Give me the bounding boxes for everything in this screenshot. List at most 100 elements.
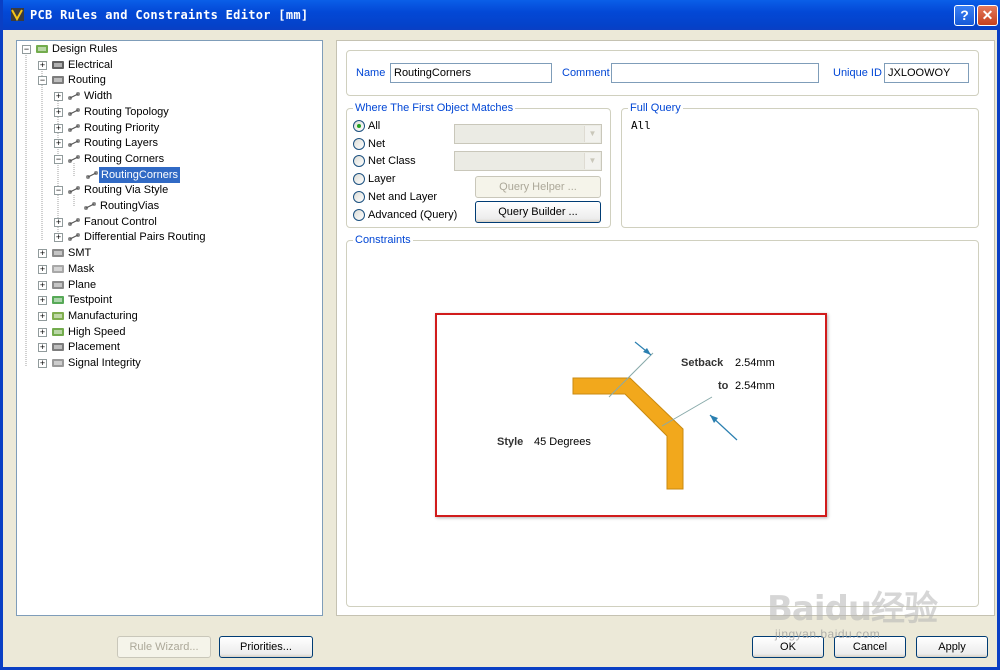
- unique-id-field[interactable]: JXLOOWOY: [884, 63, 969, 83]
- tree-item-routing-layers[interactable]: + Routing Layers: [17, 135, 322, 151]
- radio-label[interactable]: All: [368, 119, 380, 133]
- tree-item-fanout-control[interactable]: + Fanout Control: [17, 214, 322, 230]
- rules-tree[interactable]: − Design Rules + Electrical − Routing + Width + R…: [16, 40, 323, 616]
- expand-icon[interactable]: +: [38, 296, 47, 306]
- tree-item-label: Design Rules: [52, 43, 118, 55]
- expand-icon[interactable]: +: [38, 249, 47, 259]
- tree-item-routing-priority[interactable]: + Routing Priority: [17, 120, 322, 136]
- tree-item-label: Mask: [68, 262, 95, 275]
- radio-all[interactable]: [353, 120, 365, 132]
- tree-item-high-speed[interactable]: + High Speed: [17, 324, 322, 340]
- tree-item-smt[interactable]: + SMT: [17, 245, 322, 261]
- tree-item-routing[interactable]: − Routing: [17, 72, 322, 88]
- chevron-down-icon: ▼: [584, 153, 600, 169]
- full-query-text[interactable]: All: [631, 119, 651, 133]
- comment-field[interactable]: [611, 63, 819, 83]
- tree-item-design-rules[interactable]: − Design Rules: [17, 41, 322, 57]
- expand-icon[interactable]: +: [54, 233, 63, 243]
- tree-item-differential-pairs-routing[interactable]: + Differential Pairs Routing: [17, 229, 322, 245]
- tree-item-routing-corners[interactable]: − Routing Corners: [17, 151, 322, 167]
- collapse-icon[interactable]: −: [54, 186, 63, 196]
- style-value[interactable]: 45 Degrees: [534, 435, 591, 449]
- radio-label[interactable]: Net Class: [368, 154, 416, 168]
- rule-icon: [67, 122, 81, 134]
- expand-icon[interactable]: +: [38, 359, 47, 368]
- comment-label: Comment: [562, 67, 610, 79]
- tree-item-testpoint[interactable]: + Testpoint: [17, 292, 322, 308]
- manufacturing-icon: [51, 310, 65, 322]
- radio-net-and-layer[interactable]: [353, 190, 365, 203]
- mask-icon: [51, 263, 65, 275]
- help-button[interactable]: ?: [954, 5, 975, 26]
- expand-icon[interactable]: +: [38, 311, 47, 321]
- radio-layer[interactable]: [353, 173, 365, 186]
- radio-label[interactable]: Net: [368, 137, 385, 151]
- close-button[interactable]: ✕: [977, 5, 998, 26]
- rule-icon: [67, 231, 81, 243]
- rule-icon: [67, 216, 81, 228]
- rule-icon: [67, 90, 81, 102]
- expand-icon[interactable]: +: [54, 217, 63, 227]
- collapse-icon[interactable]: −: [22, 45, 31, 54]
- radio-net[interactable]: [353, 137, 365, 150]
- setback-end-line: [661, 396, 713, 427]
- net-combo: ▼: [454, 124, 602, 144]
- radio-label[interactable]: Layer: [368, 172, 396, 186]
- tree-item-label: Width: [84, 90, 113, 103]
- tree-item-label: Plane: [68, 278, 97, 291]
- priorities-button[interactable]: Priorities...: [219, 636, 313, 658]
- tree-item-routing-via-style[interactable]: − Routing Via Style: [17, 182, 322, 198]
- expand-icon[interactable]: +: [54, 107, 63, 117]
- tree-item-label: Routing Layers: [84, 137, 158, 150]
- collapse-icon[interactable]: −: [54, 154, 63, 164]
- tree-item-label: Routing Priority: [84, 121, 160, 134]
- tree-item-label: Placement: [68, 341, 120, 354]
- tree-item-routingvias[interactable]: RoutingVias: [17, 198, 322, 214]
- expand-icon[interactable]: +: [38, 327, 47, 337]
- tree-item-label: Routing Corners: [84, 152, 165, 165]
- rule-wizard-button[interactable]: Rule Wizard...: [117, 636, 211, 658]
- tree-item-label: Manufacturing: [68, 309, 138, 322]
- expand-icon[interactable]: +: [54, 92, 63, 102]
- electrical-icon: [51, 59, 65, 71]
- rules-editor-window: PCB Rules and Constraints Editor [mm] ? …: [0, 0, 1000, 670]
- tree-item-label: Testpoint: [68, 294, 113, 307]
- signal-integrity-icon: [51, 357, 65, 369]
- expand-icon[interactable]: +: [38, 264, 47, 274]
- constraint-diagram: Setback 2.54mm to 2.54mm Style 45 Degree…: [435, 313, 827, 517]
- radio-label[interactable]: Net and Layer: [368, 190, 437, 204]
- query-builder-button[interactable]: Query Builder ...: [475, 201, 601, 223]
- full-query-group: Full Query: [621, 102, 979, 228]
- tree-item-label: Routing Via Style: [84, 184, 169, 197]
- radio-label[interactable]: Advanced (Query): [368, 208, 457, 222]
- style-label: Style: [497, 436, 524, 448]
- tree-item-routingcorners[interactable]: RoutingCorners: [17, 167, 322, 183]
- chevron-down-icon: ▼: [584, 126, 600, 142]
- name-field[interactable]: RoutingCorners: [390, 63, 552, 83]
- setback-value[interactable]: 2.54mm: [735, 356, 775, 370]
- expand-icon[interactable]: +: [54, 139, 63, 149]
- expand-icon[interactable]: +: [38, 343, 47, 353]
- expand-icon[interactable]: +: [38, 280, 47, 290]
- tree-item-signal-integrity[interactable]: + Signal Integrity: [17, 355, 322, 371]
- rule-icon: [85, 169, 99, 181]
- expand-icon[interactable]: +: [38, 60, 47, 70]
- tree-item-mask[interactable]: + Mask: [17, 261, 322, 277]
- match-group-title: Where The First Object Matches: [353, 102, 516, 114]
- collapse-icon[interactable]: −: [38, 76, 47, 86]
- query-helper-button[interactable]: Query Helper ...: [475, 176, 601, 198]
- design-rules-icon: [35, 43, 49, 55]
- to-value[interactable]: 2.54mm: [735, 379, 775, 393]
- tree-item-label: Electrical: [68, 58, 113, 71]
- tree-item-plane[interactable]: + Plane: [17, 277, 322, 293]
- name-label: Name: [356, 67, 386, 79]
- title-bar[interactable]: PCB Rules and Constraints Editor [mm] ? …: [3, 0, 1000, 30]
- expand-icon[interactable]: +: [54, 123, 63, 133]
- tree-item-electrical[interactable]: + Electrical: [17, 57, 322, 73]
- unique-id-label: Unique ID: [833, 67, 882, 79]
- tree-item-routing-topology[interactable]: + Routing Topology: [17, 104, 322, 120]
- tree-item-placement[interactable]: + Placement: [17, 339, 322, 355]
- tree-item-width[interactable]: + Width: [17, 88, 322, 104]
- tree-item-manufacturing[interactable]: + Manufacturing: [17, 308, 322, 324]
- radio-advanced-query-[interactable]: [353, 208, 365, 221]
